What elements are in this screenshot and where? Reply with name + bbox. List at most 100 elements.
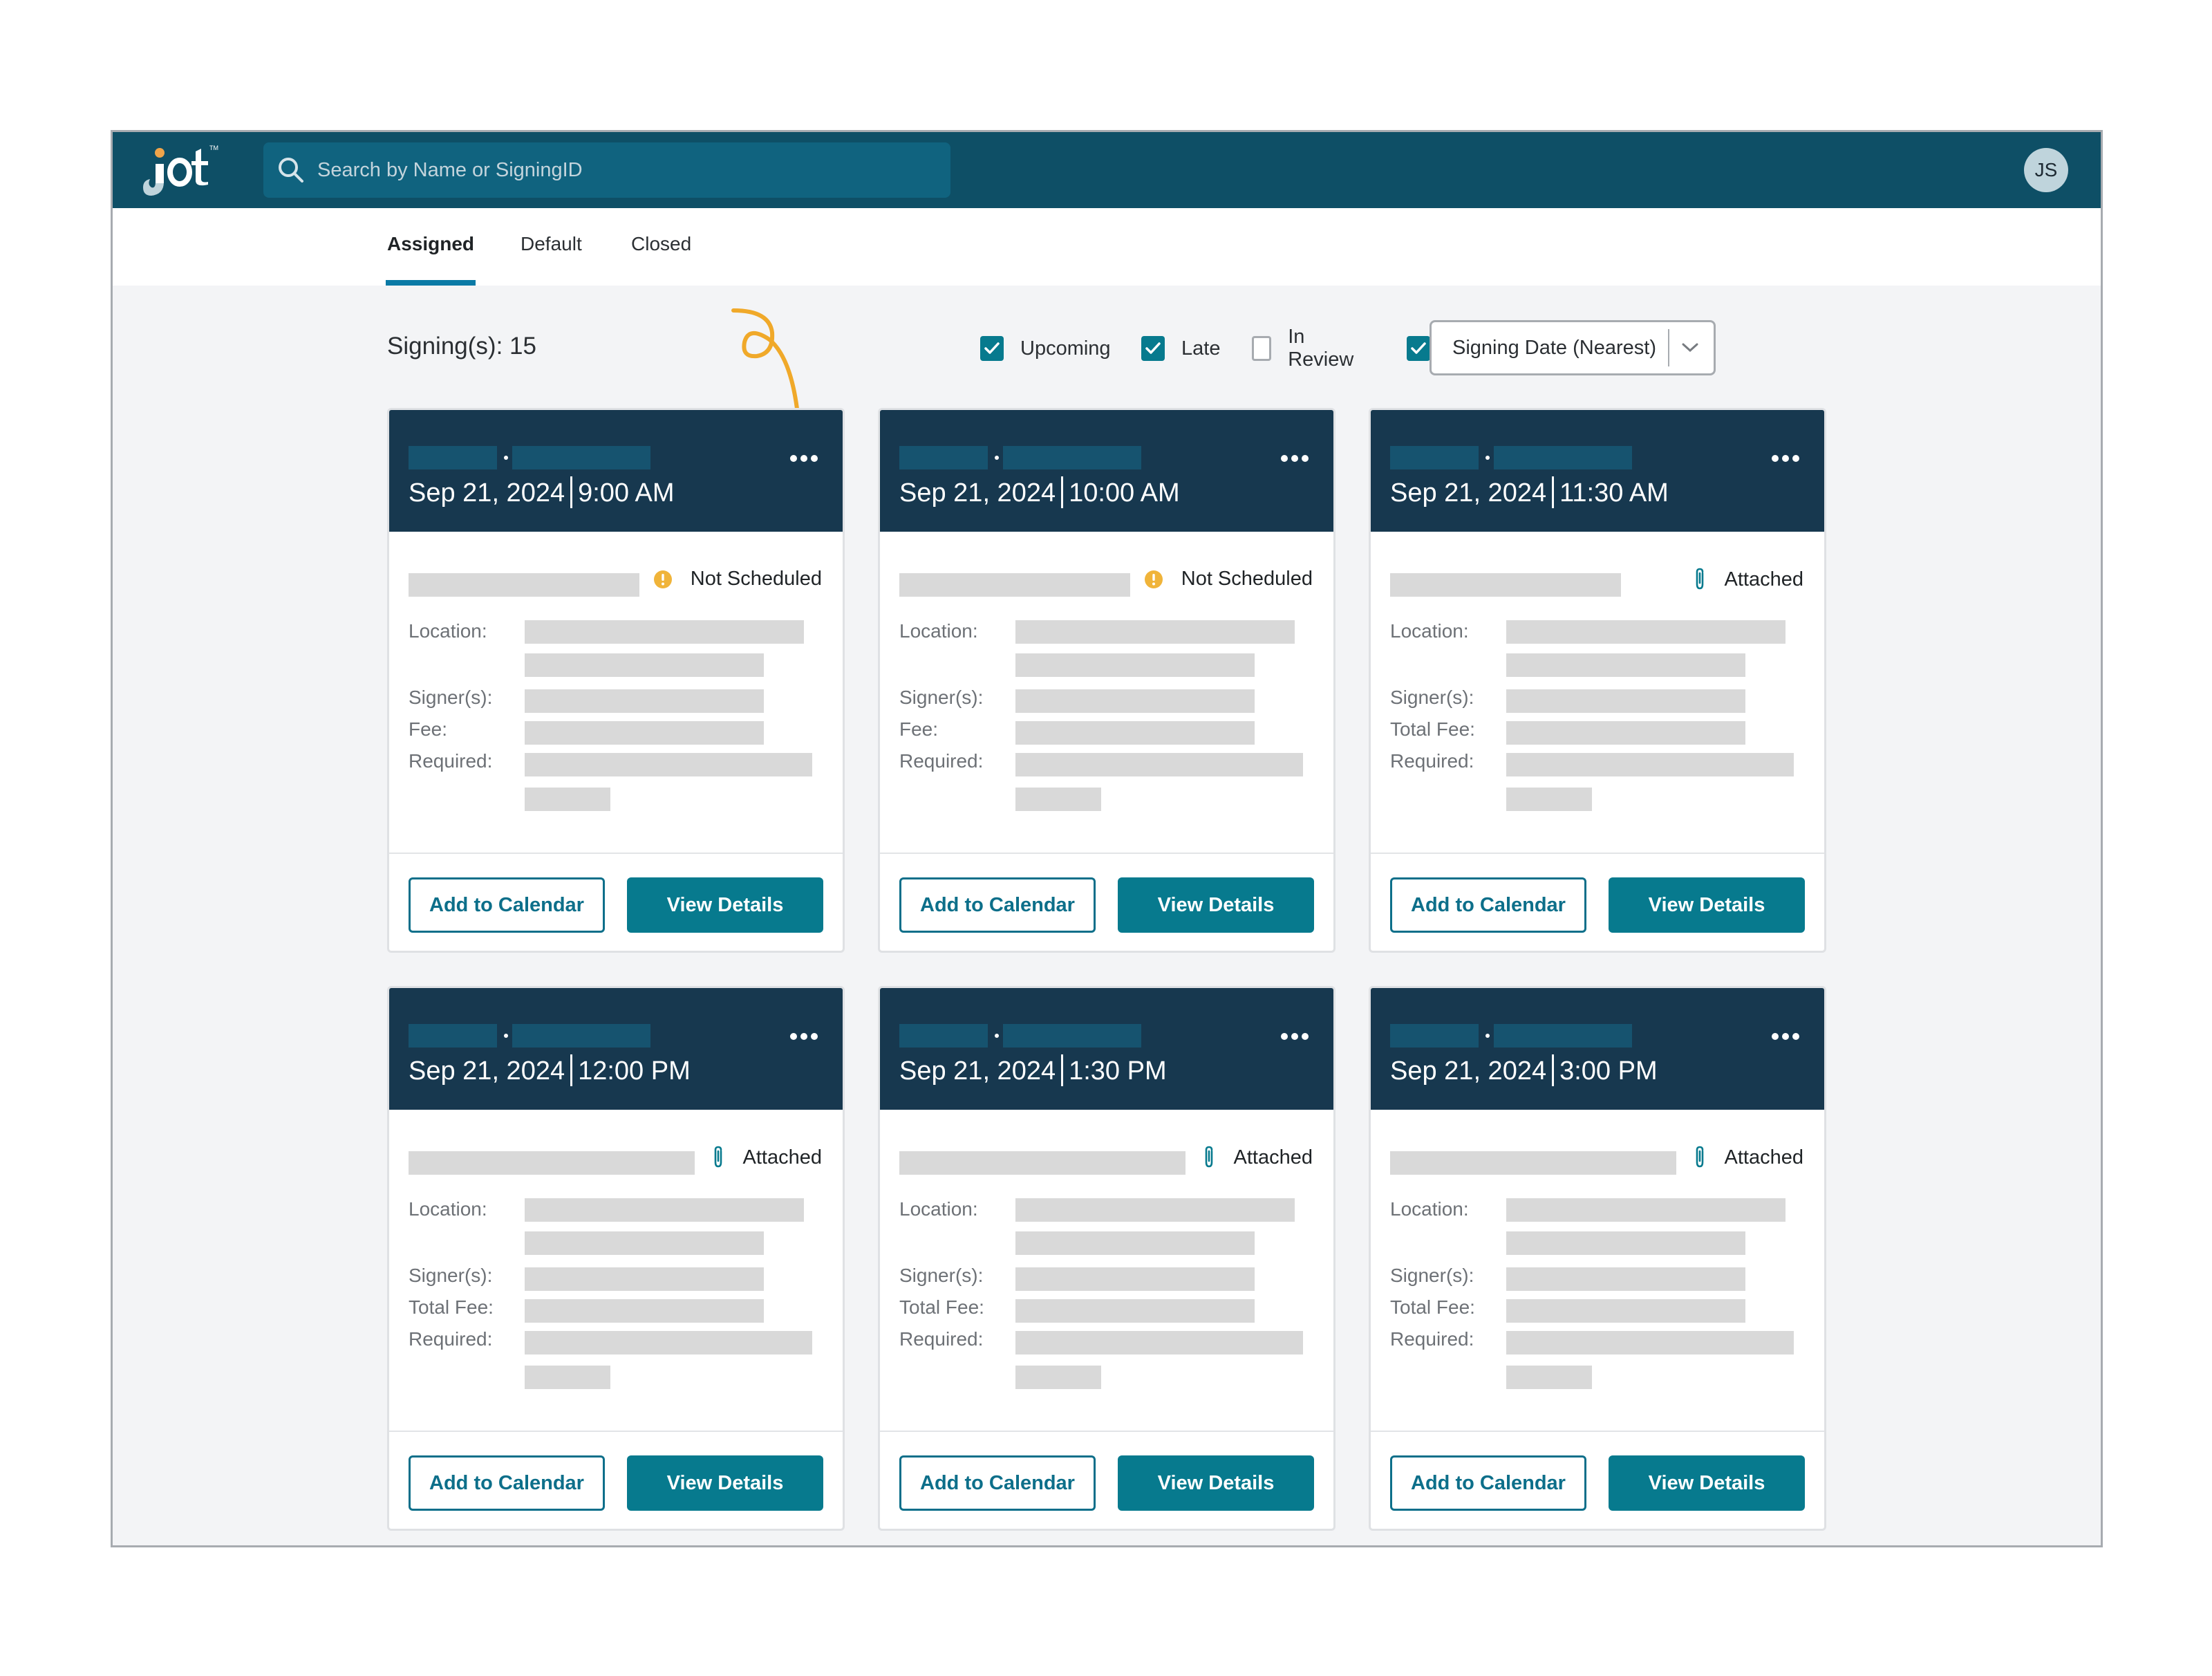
status-text: Attached [742,1146,822,1168]
redacted-required-line2 [1015,1366,1101,1389]
status-badge: Not Scheduled [653,568,822,590]
redacted-name [512,1024,650,1048]
required-label: Required: [1390,750,1474,772]
signing-card: Sep 21, 2024 3:00 PM Attached Location: S… [1369,986,1826,1531]
status-text: Not Scheduled [1181,568,1313,590]
add-to-calendar-button[interactable]: Add to Calendar [409,1455,605,1511]
redacted-id [409,1024,497,1048]
more-options-icon[interactable] [1772,451,1799,465]
redacted-id [409,446,497,469]
checkbox-checked-icon[interactable] [980,336,1004,361]
divider [1061,1054,1064,1086]
more-options-icon[interactable] [1281,1030,1309,1043]
paperclip-icon [1693,568,1707,591]
redacted-required-line2 [1506,788,1592,811]
more-options-icon[interactable] [1281,451,1309,465]
view-details-button[interactable]: View Details [1118,1455,1314,1511]
user-avatar[interactable]: JS [2024,148,2068,192]
signing-card: Sep 21, 2024 12:00 PM Attached Location: … [387,986,845,1531]
signing-date: Sep 21, 2024 [1390,478,1547,508]
chevron-down-icon[interactable] [1669,342,1711,353]
signers-label: Signer(s): [409,687,493,708]
redacted-location-line1 [1015,620,1295,644]
divider [570,476,573,508]
app-window: TM JS Assigned Default Closed Signing(s)… [111,130,2103,1547]
filter-in-review[interactable]: In Review [1252,326,1358,371]
signers-label: Signer(s): [1390,687,1474,708]
add-to-calendar-button[interactable]: Add to Calendar [409,877,605,933]
add-to-calendar-button[interactable]: Add to Calendar [1390,877,1586,933]
location-label: Location: [899,1198,978,1220]
redacted-title [409,573,639,597]
checkbox-checked-icon[interactable] [1141,336,1165,361]
view-details-button[interactable]: View Details [1609,877,1805,933]
add-to-calendar-button[interactable]: Add to Calendar [899,877,1096,933]
filter-late[interactable]: Late [1141,333,1220,364]
tab-closed[interactable]: Closed [631,233,691,286]
separator-dot [995,1034,999,1038]
fee-label: Total Fee: [1390,1296,1475,1318]
card-header: Sep 21, 2024 12:00 PM [389,988,843,1110]
top-navigation-bar: TM JS [113,132,2101,208]
divider [1552,1054,1555,1086]
redacted-id [1390,1024,1479,1048]
signing-time: 12:00 PM [578,1056,691,1086]
required-label: Required: [899,1328,984,1350]
redacted-fee [1506,721,1745,745]
view-details-button[interactable]: View Details [627,1455,823,1511]
redacted-location-line1 [1506,1198,1785,1222]
tab-assigned[interactable]: Assigned [385,233,476,286]
status-badge: Attached [1202,1146,1313,1169]
more-options-icon[interactable] [790,451,818,465]
redacted-location-line1 [525,1198,804,1222]
redacted-required-line2 [525,1366,610,1389]
redacted-location-line1 [1506,620,1785,644]
sort-selected-value: Signing Date (Nearest) [1452,336,1656,359]
redacted-title [899,573,1130,597]
redacted-fee [525,1299,764,1323]
filter-label: Late [1181,337,1221,360]
redacted-location-line2 [525,653,764,677]
search-input[interactable] [317,158,950,182]
card-header: Sep 21, 2024 11:30 AM [1371,410,1824,532]
divider [570,1054,573,1086]
signing-card: Sep 21, 2024 10:00 AM Not Scheduled Locat… [878,408,1335,953]
add-to-calendar-button[interactable]: Add to Calendar [899,1455,1096,1511]
checkbox-checked-icon[interactable] [1407,336,1430,361]
redacted-id [899,1024,988,1048]
checkbox-unchecked-icon[interactable] [1252,336,1272,361]
search-icon [276,155,306,185]
signing-datetime: Sep 21, 2024 11:30 AM [1390,476,1669,508]
required-label: Required: [1390,1328,1474,1350]
location-label: Location: [1390,620,1469,642]
filter-upcoming[interactable]: Upcoming [980,333,1111,364]
signing-date: Sep 21, 2024 [1390,1056,1547,1086]
signers-label: Signer(s): [899,687,984,708]
more-options-icon[interactable] [1772,1030,1799,1043]
redacted-required-line1 [1015,753,1303,776]
warning-icon [653,570,673,589]
search-bar[interactable] [263,142,950,198]
card-footer-divider [880,853,1333,854]
redacted-location-line1 [525,620,804,644]
signing-card: Sep 21, 2024 11:30 AM Attached Location: … [1369,408,1826,953]
status-text: Attached [1724,568,1803,590]
redacted-title [409,1151,695,1175]
separator-dot [1485,456,1490,460]
sort-dropdown[interactable]: Signing Date (Nearest) [1430,320,1716,375]
card-header: Sep 21, 2024 3:00 PM [1371,988,1824,1110]
redacted-signers [1506,689,1745,713]
redacted-fee [1015,1299,1255,1323]
view-details-button[interactable]: View Details [627,877,823,933]
redacted-location-line2 [1506,653,1745,677]
view-details-button[interactable]: View Details [1118,877,1314,933]
add-to-calendar-button[interactable]: Add to Calendar [1390,1455,1586,1511]
view-details-button[interactable]: View Details [1609,1455,1805,1511]
jot-logo[interactable]: TM [140,142,223,197]
tab-default[interactable]: Default [521,233,582,286]
redacted-signers [1015,1267,1255,1291]
paperclip-icon [1693,1146,1707,1169]
more-options-icon[interactable] [790,1030,818,1043]
signers-label: Signer(s): [409,1265,493,1286]
signing-time: 11:30 AM [1559,478,1669,508]
